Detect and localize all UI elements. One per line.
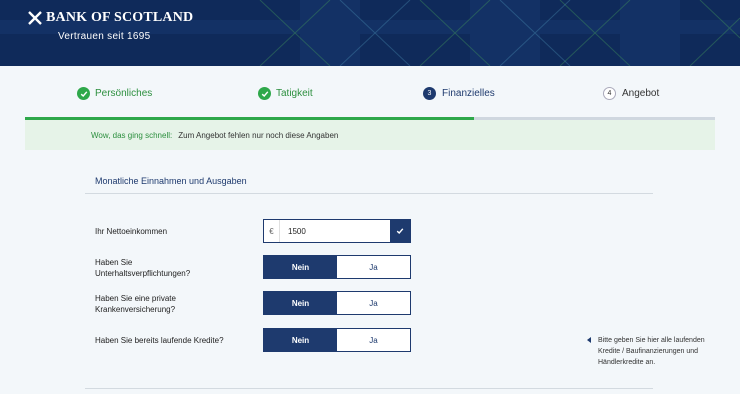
question-text: Unterhaltsverpflichtungen? [95, 269, 191, 278]
credits-hint: Bitte geben Sie hier alle laufenden Kred… [587, 335, 707, 368]
question-text: Haben Sie [95, 258, 133, 267]
check-icon [258, 87, 271, 100]
step-angebot: 4 Angebot [603, 87, 659, 100]
alimony-toggle[interactable]: Nein Ja [263, 255, 411, 279]
section-divider [85, 193, 653, 194]
income-label: Ihr Nettoeinkommen [95, 227, 168, 236]
step-label: Persönliches [95, 88, 153, 99]
currency-symbol: € [264, 220, 280, 242]
check-icon [77, 87, 90, 100]
hint-text: Bitte geben Sie hier alle laufenden Kred… [598, 337, 705, 366]
confirm-button[interactable] [390, 220, 410, 242]
question-label-credits: Haben Sie bereits laufende Kredite? [95, 335, 224, 346]
bottom-divider [85, 388, 653, 389]
saltire-icon [28, 11, 42, 25]
banner-lead: Wow, das ging schnell: [91, 130, 173, 140]
checkmark-icon [396, 228, 404, 235]
info-banner: Wow, das ging schnell: Zum Angebot fehle… [25, 120, 715, 150]
question-label-alimony: Haben Sie Unterhaltsverpflichtungen? [95, 257, 190, 279]
no-option[interactable]: Nein [264, 256, 337, 278]
yes-option[interactable]: Ja [337, 329, 410, 351]
question-text: Krankenversicherung? [95, 305, 176, 314]
arrow-left-icon [587, 337, 591, 343]
step-tatigkeit[interactable]: Tatigkeit [258, 87, 313, 100]
step-label: Tatigkeit [276, 88, 313, 99]
no-option[interactable]: Nein [264, 329, 337, 351]
question-label-insurance: Haben Sie eine private Krankenversicheru… [95, 293, 176, 315]
brand-tagline: Vertrauen seit 1695 [58, 31, 151, 42]
yes-option[interactable]: Ja [337, 256, 410, 278]
credits-toggle[interactable]: Nein Ja [263, 328, 411, 352]
step-number: 3 [423, 87, 436, 100]
section-title: Monatliche Einnahmen und Ausgaben [95, 176, 247, 186]
brand-logo[interactable]: BANK OF SCOTLAND Vertrauen seit 1695 [28, 10, 193, 42]
site-header: BANK OF SCOTLAND Vertrauen seit 1695 [0, 0, 740, 66]
step-persoenliches[interactable]: Persönliches [77, 87, 152, 100]
progress-stepper: Persönliches Tatigkeit 3 Finanzielles 4 … [25, 66, 715, 120]
net-income-input[interactable]: 1500 [280, 227, 390, 236]
no-option[interactable]: Nein [264, 292, 337, 314]
insurance-toggle[interactable]: Nein Ja [263, 291, 411, 315]
step-label: Finanzielles [442, 88, 495, 99]
yes-option[interactable]: Ja [337, 292, 410, 314]
brand-name: BANK OF SCOTLAND [46, 10, 194, 25]
banner-text: Zum Angebot fehlen nur noch diese Angabe… [178, 130, 339, 140]
step-number: 4 [603, 87, 616, 100]
step-finanzielles[interactable]: 3 Finanzielles [423, 87, 495, 100]
net-income-field[interactable]: € 1500 [263, 219, 411, 243]
step-label: Angebot [622, 88, 660, 99]
question-text: Haben Sie eine private [95, 294, 176, 303]
question-text: Haben Sie bereits laufende Kredite? [95, 336, 224, 345]
